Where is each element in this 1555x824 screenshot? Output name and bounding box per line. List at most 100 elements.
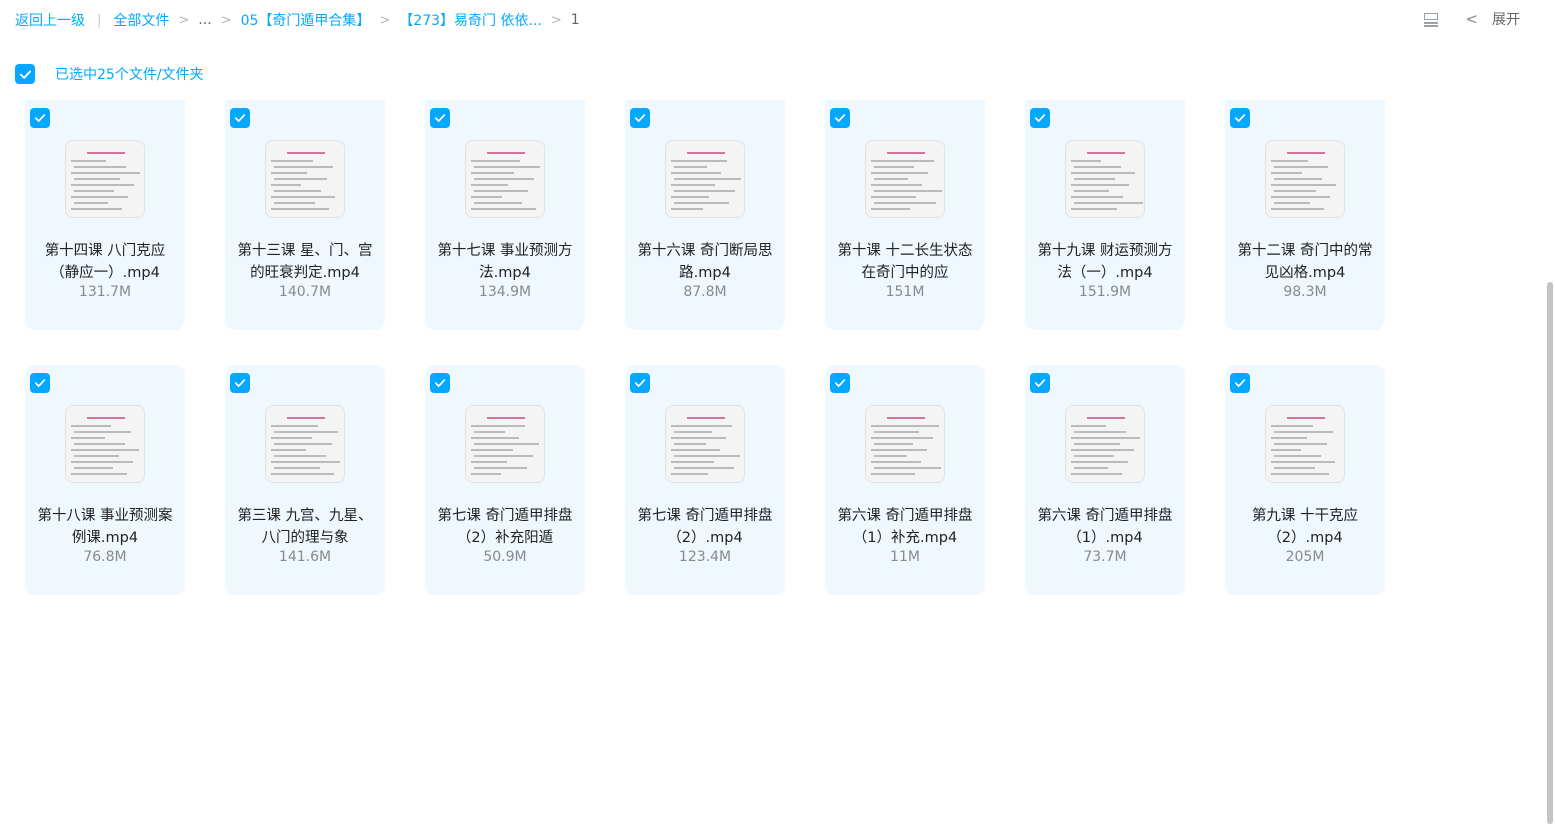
thumbnail-header-line [1087,417,1125,419]
video-thumbnail [465,140,545,218]
file-card[interactable]: 第十课 十二长生状态在奇门中的应 151M [825,100,985,330]
file-card[interactable]: 第十六课 奇门断局思路.mp4 87.8M [625,100,785,330]
thumbnail-text-line [71,172,140,174]
thumbnail-text-line [271,196,335,198]
file-checkbox[interactable] [30,108,50,128]
thumbnail-text-line [1074,190,1109,192]
thumbnail-text-line [274,166,333,168]
file-name[interactable]: 第十四课 八门克应（静应一）.mp4 [35,240,175,284]
breadcrumb-item-collection[interactable]: 05【奇门遁甲合集】 [241,10,371,30]
file-size: 205M [1285,549,1325,565]
file-checkbox[interactable] [1030,373,1050,393]
file-name[interactable]: 第六课 奇门遁甲排盘（1）.mp4 [1035,505,1175,549]
file-card[interactable]: 第六课 奇门遁甲排盘（1）补充.mp4 11M [825,365,985,595]
breadcrumb-item-ellipsis[interactable]: ... [198,12,211,28]
file-card[interactable]: 第十八课 事业预测案例课.mp4 76.8M [25,365,185,595]
thumbnail-text-line [1071,208,1117,210]
checkmark-icon [19,69,31,79]
file-name[interactable]: 第十二课 奇门中的常见凶格.mp4 [1235,240,1375,284]
thumbnail-text-line [71,461,133,463]
file-name[interactable]: 第十六课 奇门断局思路.mp4 [635,240,775,284]
thumbnail-text-line [1274,443,1327,445]
file-name[interactable]: 第十七课 事业预测方法.mp4 [435,240,575,284]
breadcrumb-item-course[interactable]: 【273】易奇门 依依... [399,10,542,30]
thumbnail-text-line [271,437,312,439]
thumbnail-text-line [871,196,916,198]
thumbnail-text-line [471,172,514,174]
thumbnail-text-line [271,172,307,174]
file-card[interactable]: 第十二课 奇门中的常见凶格.mp4 98.3M [1225,100,1385,330]
file-name[interactable]: 第七课 奇门遁甲排盘（2）补充阳遁 [435,505,575,549]
file-checkbox[interactable] [830,108,850,128]
thumbnail-header-line [887,417,925,419]
thumbnail-text-line [74,202,108,204]
back-link[interactable]: 返回上一级 [15,10,85,30]
video-thumbnail [1265,405,1345,483]
thumbnail-text-line [671,449,720,451]
file-size: 141.6M [278,549,332,565]
file-checkbox[interactable] [430,373,450,393]
right-toolbar: < 展开 [1423,9,1520,29]
file-card[interactable]: 第十四课 八门克应（静应一）.mp4 131.7M [25,100,185,330]
file-name[interactable]: 第九课 十干克应（2）.mp4 [1235,505,1375,549]
checkmark-icon [434,379,446,387]
file-card[interactable]: 第九课 十干克应（2）.mp4 205M [1225,365,1385,595]
file-name[interactable]: 第十三课 星、门、宫的旺衰判定.mp4 [235,240,375,284]
file-card[interactable]: 第十九课 财运预测方法（一）.mp4 151.9M [1025,100,1185,330]
thumbnail-text-line [1271,172,1302,174]
video-thumbnail [665,405,745,483]
video-thumbnail [1065,405,1145,483]
thumbnail-text-line [1071,437,1140,439]
file-name[interactable]: 第六课 奇门遁甲排盘（1）补充.mp4 [835,505,975,549]
thumbnail-text-line [674,202,729,204]
file-checkbox[interactable] [630,373,650,393]
file-size: 87.8M [683,284,727,300]
thumbnail-text-line [271,473,334,475]
file-size: 140.7M [278,284,332,300]
file-name[interactable]: 第十九课 财运预测方法（一）.mp4 [1035,240,1175,284]
scrollbar-thumb[interactable] [1547,282,1553,824]
file-checkbox[interactable] [230,373,250,393]
thumbnail-text-line [1071,449,1134,451]
thumbnail-text-line [74,178,120,180]
thumbnail-text-line [871,425,939,427]
expand-button[interactable]: < 展开 [1465,9,1520,29]
thumbnail-text-line [71,449,139,451]
thumbnail-text-line [1074,178,1115,180]
thumbnail-text-line [1271,425,1313,427]
breadcrumb-item-all-files[interactable]: 全部文件 [113,10,169,30]
file-card[interactable]: 第十七课 事业预测方法.mp4 134.9M [425,100,585,330]
file-checkbox[interactable] [630,108,650,128]
checkmark-icon [1034,379,1046,387]
vertical-scrollbar[interactable] [1545,100,1555,824]
file-card[interactable]: 第七课 奇门遁甲排盘（2）补充阳遁 50.9M [425,365,585,595]
file-name[interactable]: 第七课 奇门遁甲排盘（2）.mp4 [635,505,775,549]
thumbnail-text-line [871,160,934,162]
thumbnail-header-line [687,417,725,419]
file-checkbox[interactable] [30,373,50,393]
file-name[interactable]: 第三课 九宫、九星、八门的理与象 [235,505,375,549]
file-checkbox[interactable] [430,108,450,128]
breadcrumb: 返回上一级 | 全部文件 > ... > 05【奇门遁甲合集】 > 【273】易… [15,10,580,30]
file-checkbox[interactable] [230,108,250,128]
file-card[interactable]: 第七课 奇门遁甲排盘（2）.mp4 123.4M [625,365,785,595]
select-all-checkbox[interactable] [15,64,35,84]
file-checkbox[interactable] [1030,108,1050,128]
file-checkbox[interactable] [830,373,850,393]
file-card[interactable]: 第十三课 星、门、宫的旺衰判定.mp4 140.7M [225,100,385,330]
thumbnail-text-line [674,467,734,469]
thumbnail-text-line [471,196,502,198]
thumbnail-text-line [474,467,527,469]
thumbnail-header-line [287,152,325,154]
file-card[interactable]: 第六课 奇门遁甲排盘（1）.mp4 73.7M [1025,365,1185,595]
file-name[interactable]: 第十课 十二长生状态在奇门中的应 [835,240,975,284]
file-checkbox[interactable] [1230,373,1250,393]
list-view-icon[interactable] [1423,11,1439,27]
thumbnail-text-line [874,178,908,180]
file-checkbox[interactable] [1230,108,1250,128]
thumbnail-text-line [1274,431,1333,433]
file-card[interactable]: 第三课 九宫、九星、八门的理与象 141.6M [225,365,385,595]
checkmark-icon [1234,114,1246,122]
thumbnail-text-line [671,473,708,475]
file-name[interactable]: 第十八课 事业预测案例课.mp4 [35,505,175,549]
